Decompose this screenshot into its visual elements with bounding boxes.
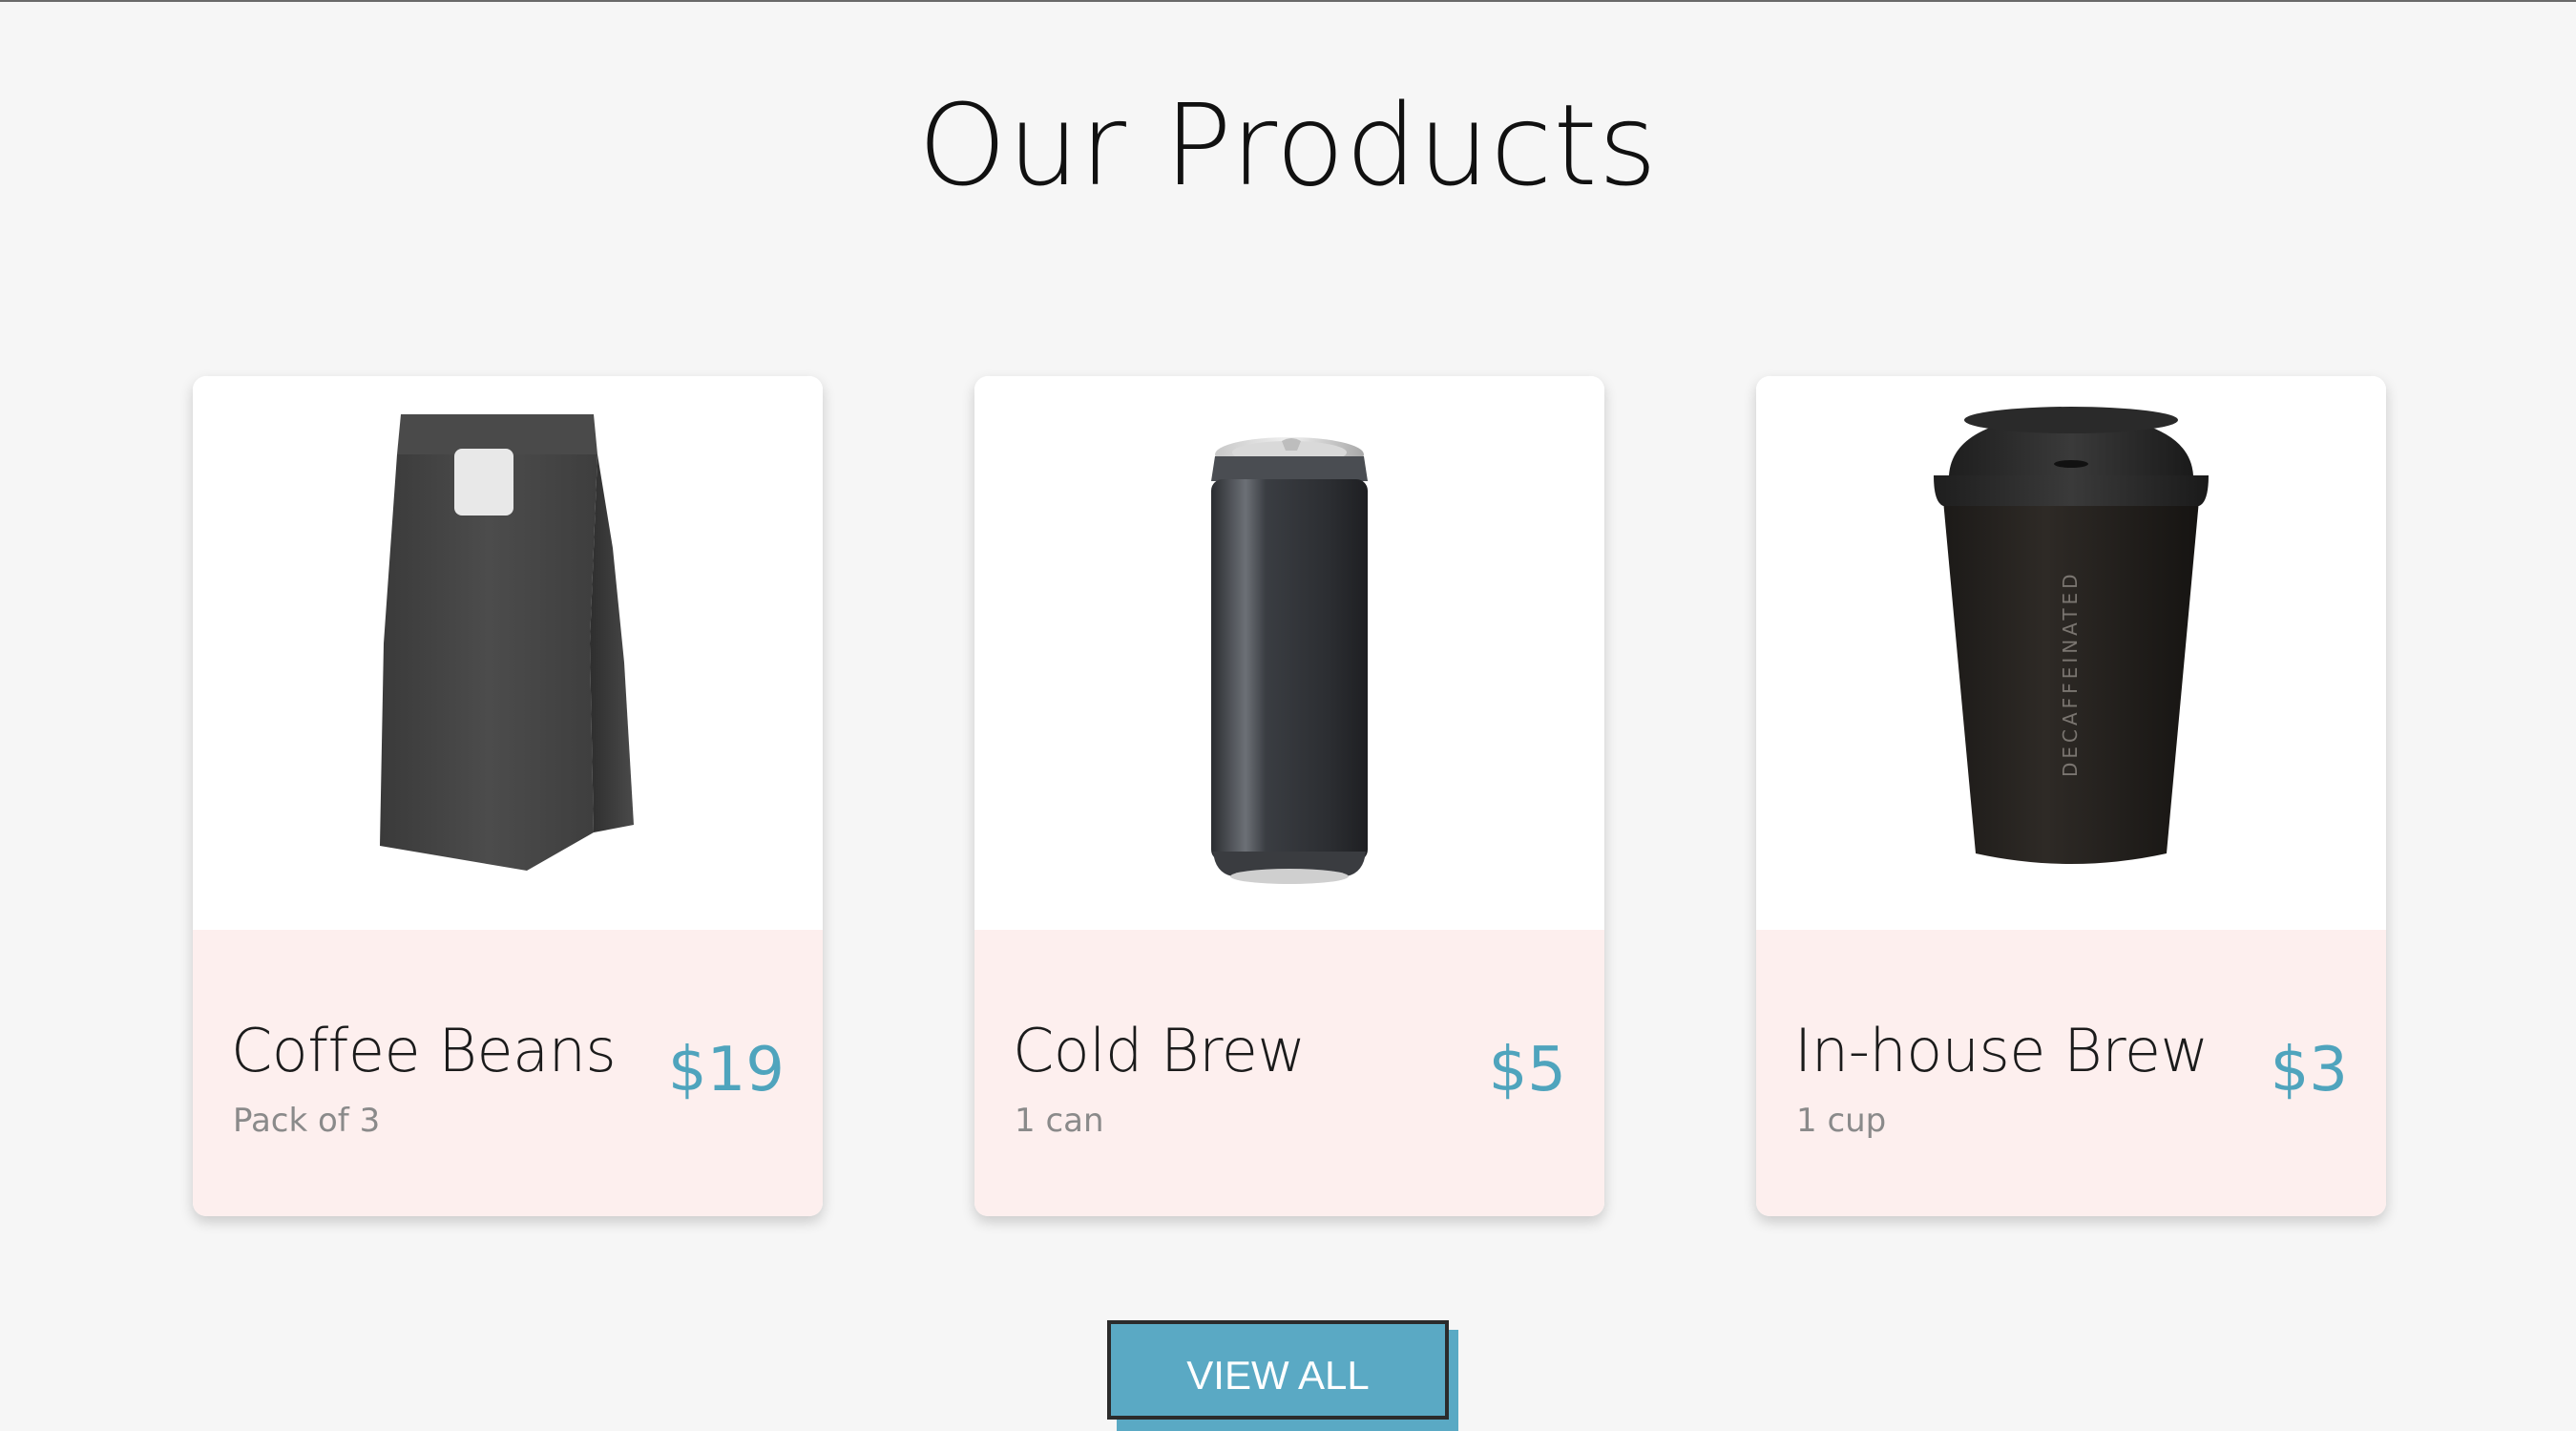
product-name: In-house Brew — [1794, 1016, 2209, 1085]
product-price: $5 — [1488, 1035, 1566, 1105]
product-info: Coffee Beans Pack of 3 $19 — [193, 930, 823, 1216]
product-price: $19 — [667, 1035, 785, 1105]
coffee-cup-image: DECAFFEINATED — [1756, 376, 2386, 930]
product-subtitle: 1 cup — [1796, 1102, 1887, 1140]
product-info: In-house Brew 1 cup $3 — [1756, 930, 2386, 1216]
coffee-bag-image — [193, 376, 823, 930]
page-title: Our Products — [917, 79, 1659, 211]
product-name: Cold Brew — [1013, 1016, 1306, 1085]
product-card-cold-brew[interactable]: Cold Brew 1 can $5 — [974, 376, 1604, 1216]
cup-label: DECAFFEINATED — [2059, 570, 2082, 777]
product-subtitle: Pack of 3 — [233, 1102, 381, 1140]
product-name: Coffee Beans — [231, 1016, 617, 1085]
product-card-coffee-beans[interactable]: Coffee Beans Pack of 3 $19 — [193, 376, 823, 1216]
view-all-button[interactable]: VIEW ALL — [1107, 1320, 1449, 1420]
product-card-in-house-brew[interactable]: DECAFFEINATED In-house Brew 1 cup $3 — [1756, 376, 2386, 1216]
product-price: $3 — [2270, 1035, 2348, 1105]
product-subtitle: 1 can — [1015, 1102, 1104, 1140]
product-info: Cold Brew 1 can $5 — [974, 930, 1604, 1216]
view-all-button-wrapper: VIEW ALL — [1107, 1320, 1460, 1431]
coffee-can-image — [974, 376, 1604, 930]
